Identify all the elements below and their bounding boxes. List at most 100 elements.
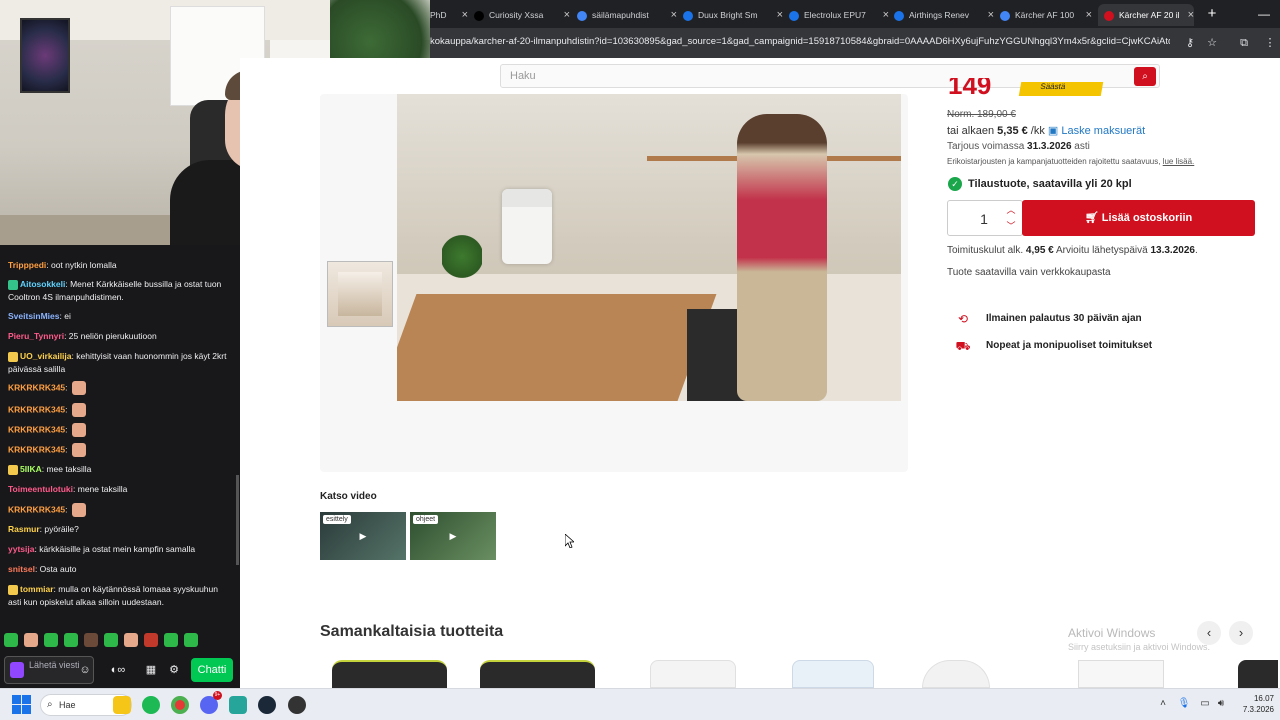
chrome-icon[interactable]	[171, 696, 189, 714]
similar-product-image[interactable]	[792, 660, 874, 688]
volume-icon[interactable]: 🔊︎	[1214, 697, 1228, 711]
spotify-icon[interactable]	[142, 696, 160, 714]
chat-username[interactable]: Aitosokkeli	[20, 279, 65, 289]
close-icon[interactable]: ×	[671, 4, 677, 26]
emoji-icon[interactable]: ☺	[78, 663, 92, 677]
file-explorer-icon[interactable]	[113, 696, 131, 714]
chat-username[interactable]: 5IIKA	[20, 464, 42, 474]
similar-product-image[interactable]	[480, 660, 595, 688]
carousel-prev-button[interactable]: ‹	[1197, 621, 1221, 645]
close-icon[interactable]: ×	[1188, 4, 1194, 26]
obs-icon[interactable]	[288, 696, 306, 714]
chat-username[interactable]: KRKRKRK345	[8, 504, 65, 514]
add-to-cart-button[interactable]: 🛒︎ Lisää ostoskoriin	[1022, 200, 1255, 236]
browser-tab[interactable]: Kärcher AF 20 il ×	[1098, 4, 1194, 26]
settings-gear-icon[interactable]: ⚙	[167, 663, 181, 677]
calculate-installments-link[interactable]: ▣ Laske maksuerät	[1048, 125, 1145, 137]
main-product-image[interactable]	[397, 94, 901, 401]
chat-scrollbar[interactable]	[236, 475, 239, 565]
browser-tab[interactable]: PhD ×	[430, 4, 468, 26]
similar-product-image[interactable]	[1238, 660, 1278, 688]
tab-favicon-icon	[474, 10, 484, 21]
chat-username[interactable]: tommiar	[20, 584, 54, 594]
windows-start-icon[interactable]	[12, 695, 32, 715]
close-icon[interactable]: ×	[883, 4, 889, 26]
browser-tab[interactable]: Curiosity Xssa ×	[474, 4, 570, 26]
chat-username[interactable]: yytsija	[8, 544, 34, 554]
browser-tab[interactable]: säilämapuhdist ×	[577, 4, 677, 26]
new-tab-button[interactable]: +	[1202, 4, 1222, 24]
extensions-icon[interactable]: ⧉	[1236, 35, 1252, 51]
chat-username[interactable]: Toimeentulotuki	[8, 484, 73, 494]
chat-username[interactable]: Pieru_Tynnyri	[8, 331, 64, 341]
emote-icon[interactable]	[184, 633, 198, 647]
chat-username[interactable]: SveitsinMies	[8, 311, 60, 321]
clock-date: 7.3.2026	[1242, 705, 1274, 714]
browser-tab[interactable]: Duux Bright Sm ×	[683, 4, 783, 26]
close-icon[interactable]: ×	[777, 4, 783, 26]
chat-username[interactable]: KRKRKRK345	[8, 424, 65, 434]
browser-tab[interactable]: Kärcher AF 100 ×	[1000, 4, 1092, 26]
menu-dots-icon[interactable]: ⋮	[1262, 35, 1278, 51]
chat-text: : oot nytkin lomalla	[46, 260, 117, 270]
window-minimize-button[interactable]: —	[1220, 0, 1280, 28]
chevron-up-icon[interactable]: ︿	[1004, 204, 1018, 216]
shipping-prefix: Toimituskulut alk.	[947, 245, 1026, 256]
chat-send-button[interactable]: Chatti	[191, 658, 233, 682]
similar-product-image[interactable]	[332, 660, 447, 688]
chat-username[interactable]: KRKRKRK345	[8, 382, 65, 392]
similar-product-image[interactable]	[650, 660, 736, 688]
chat-username[interactable]: snitsel	[8, 564, 35, 574]
close-icon[interactable]: ×	[462, 4, 468, 26]
emote-icon[interactable]	[164, 633, 178, 647]
app-icon[interactable]	[229, 696, 247, 714]
chat-message: Pieru_Tynnyri: 25 neliön pierukuutioon	[8, 330, 232, 343]
close-icon[interactable]: ×	[988, 4, 994, 26]
chat-text: : mene taksilla	[73, 484, 128, 494]
chat-username[interactable]: KRKRKRK345	[8, 444, 65, 454]
chevron-down-icon[interactable]: ﹀	[1004, 220, 1018, 232]
close-icon[interactable]: ×	[564, 4, 570, 26]
browser-tab[interactable]: Airthings Renev ×	[894, 4, 994, 26]
store-icon[interactable]: ▦	[144, 663, 158, 677]
similar-product-image[interactable]	[1078, 660, 1164, 688]
emote-icon[interactable]	[44, 633, 58, 647]
emote-icon[interactable]	[124, 633, 138, 647]
video-thumbnail[interactable]: ohjeet ▶	[410, 512, 496, 560]
chat-username[interactable]: Rasmur	[8, 524, 40, 534]
search-input[interactable]: Haku	[510, 70, 536, 82]
emote-icon[interactable]	[84, 633, 98, 647]
emote-icon[interactable]	[4, 633, 18, 647]
bookmark-star-icon[interactable]: ☆	[1204, 35, 1220, 51]
url-field[interactable]: kokauppa/karcher-af-20-ilmanpuhdistin?id…	[430, 36, 1170, 47]
thumbs-up-emote-icon	[71, 403, 86, 417]
gallery-thumbnail[interactable]	[327, 261, 393, 327]
emote-icon[interactable]	[144, 633, 158, 647]
search-button[interactable]: ⌕	[1134, 67, 1156, 86]
similar-product-image[interactable]	[922, 660, 990, 688]
chat-username[interactable]: UO_virkailija	[20, 351, 72, 361]
system-clock[interactable]: 16.07 7.3.2026	[1232, 693, 1274, 715]
video-thumbnail[interactable]: esittely ▶	[320, 512, 406, 560]
microphone-icon[interactable]: 🎙︎	[1177, 697, 1191, 711]
quantity-input[interactable]: 1	[972, 211, 996, 227]
steam-icon[interactable]	[258, 696, 276, 714]
chat-username[interactable]: Tripppedi	[8, 260, 46, 270]
video-label: esittely	[323, 515, 351, 524]
emote-icon[interactable]	[64, 633, 78, 647]
network-icon[interactable]: ▭	[1198, 697, 1212, 711]
carousel-next-button[interactable]: ›	[1229, 621, 1253, 645]
browser-tab[interactable]: Electrolux EPU7 ×	[789, 4, 889, 26]
chevron-up-icon[interactable]: ˄	[1156, 697, 1170, 711]
quantity-stepper[interactable]: 1 ︿ ﹀	[947, 200, 1023, 236]
read-more-link[interactable]: lue lisää.	[1163, 157, 1195, 166]
password-key-icon[interactable]: ⚷	[1182, 35, 1198, 51]
play-icon: ▶	[359, 531, 367, 541]
emote-icon[interactable]	[24, 633, 38, 647]
offer-date: 31.3.2026	[1027, 141, 1072, 152]
chat-username[interactable]: KRKRKRK345	[8, 404, 65, 414]
channel-points-icon[interactable]: ◐∞	[104, 663, 132, 677]
emote-icon[interactable]	[104, 633, 118, 647]
mic-icon[interactable]	[10, 662, 24, 678]
close-icon[interactable]: ×	[1086, 4, 1092, 26]
